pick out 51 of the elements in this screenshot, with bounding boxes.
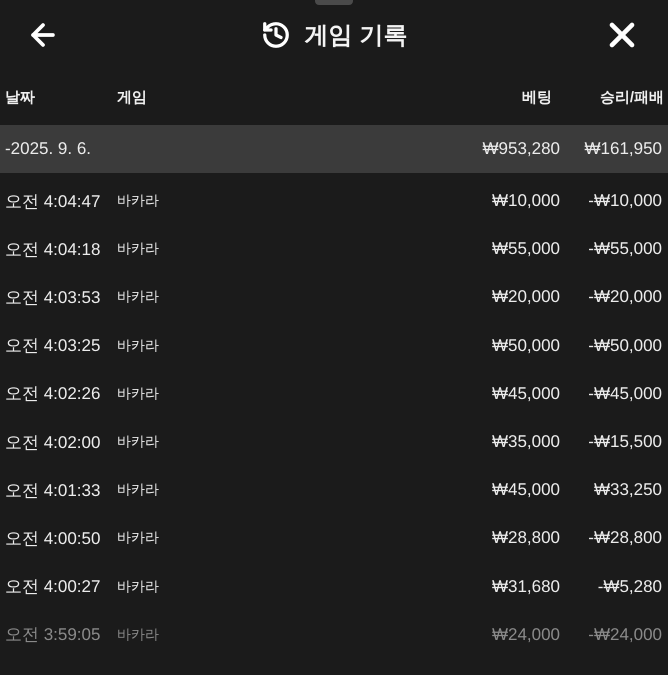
game-cell-text: 바카라	[117, 433, 160, 452]
bet-cell-text: ₩28,800	[490, 528, 560, 548]
column-header: 게임	[117, 88, 148, 106]
page-title: 게임 기록	[304, 20, 408, 50]
bet-cell-text: ₩35,000	[490, 432, 560, 452]
column-header: 날짜	[5, 88, 36, 106]
result-cell-text: -₩45,000	[587, 384, 662, 404]
result-cell-text: -₩15,500	[587, 432, 662, 452]
column-header: 승리/패배	[598, 88, 664, 106]
bet-cell-text: ₩24,000	[490, 624, 560, 645]
time-cell-text: 오전 4:02:00	[5, 432, 102, 454]
game-cell-text: 바카라	[117, 336, 160, 355]
game-cell-text: 바카라	[117, 481, 160, 500]
time-cell-text: 오전 4:03:25	[5, 335, 102, 358]
bet-cell-text: ₩50,000	[490, 336, 560, 356]
bet-total: ₩953,280	[482, 139, 560, 159]
result-cell-text: -₩24,000	[587, 624, 662, 645]
result-cell-text: ₩33,250	[592, 480, 662, 500]
bet-cell-text: ₩55,000	[490, 239, 560, 260]
result-cell-text: -₩10,000	[587, 191, 662, 212]
time-cell-text: 오전 3:59:05	[5, 624, 102, 646]
game-cell-text: 바카라	[117, 626, 160, 644]
result-cell-text: -₩55,000	[587, 239, 662, 260]
time-cell-text: 오전 4:04:47	[5, 190, 102, 213]
game-cell-text: 바카라	[117, 578, 160, 596]
bet-cell-text: ₩20,000	[490, 287, 560, 308]
result-cell-text: -₩28,800	[587, 528, 662, 548]
time-cell-text: 오전 4:03:53	[5, 286, 102, 309]
bet-cell-text: ₩31,680	[490, 576, 560, 597]
result-cell-text: -₩5,280	[596, 576, 662, 597]
game-cell-text: 바카라	[117, 192, 160, 210]
result-cell-text: -₩50,000	[587, 336, 662, 356]
game-cell-text: 바카라	[117, 529, 160, 548]
time-cell-text: 오전 4:00:50	[5, 528, 102, 550]
bet-cell-text: ₩10,000	[490, 191, 560, 212]
time-cell-text: 오전 4:02:26	[5, 383, 102, 406]
history-icon	[260, 20, 291, 50]
time-cell-text: 오전 4:01:33	[5, 480, 102, 502]
game-cell-text: 바카라	[117, 384, 160, 403]
column-header: 베팅	[521, 88, 553, 106]
time-cell-text: 오전 4:00:27	[5, 576, 102, 598]
game-cell-text: 바카라	[117, 288, 160, 306]
time-cell-text: 오전 4:04:18	[5, 238, 102, 261]
bet-cell-text: ₩45,000	[490, 384, 560, 404]
drag-handle[interactable]	[315, 0, 353, 5]
bet-cell-text: ₩45,000	[490, 480, 560, 500]
summary-row[interactable]: -2025. 9. 6. ₩953,280 ₩161,950	[0, 125, 668, 173]
date-text: -2025. 9. 6.	[5, 139, 92, 159]
result-total: ₩161,950	[584, 139, 662, 159]
result-cell-text: -₩20,000	[587, 287, 662, 308]
game-cell-text: 바카라	[117, 240, 160, 258]
